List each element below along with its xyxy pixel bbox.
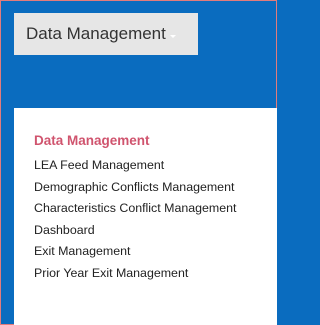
menu-item-demographic-conflicts-management[interactable]: Demographic Conflicts Management [34, 177, 277, 199]
menu-item-exit-management[interactable]: Exit Management [34, 241, 277, 263]
dropdown-title: Data Management [34, 133, 150, 148]
data-management-menu-button[interactable]: Data Management [14, 13, 198, 55]
menu-item-lea-feed-management[interactable]: LEA Feed Management [34, 155, 277, 177]
menu-label: Data Management [26, 24, 166, 43]
dropdown-menu: Data Management LEA Feed Management Demo… [14, 108, 277, 325]
menu-item-characteristics-conflict-management[interactable]: Characteristics Conflict Management [34, 198, 277, 220]
menu-item-dashboard[interactable]: Dashboard [34, 220, 277, 242]
dropdown-list: LEA Feed Management Demographic Conflict… [34, 155, 277, 284]
menu-item-prior-year-exit-management[interactable]: Prior Year Exit Management [34, 263, 277, 285]
chevron-down-icon [169, 34, 176, 38]
